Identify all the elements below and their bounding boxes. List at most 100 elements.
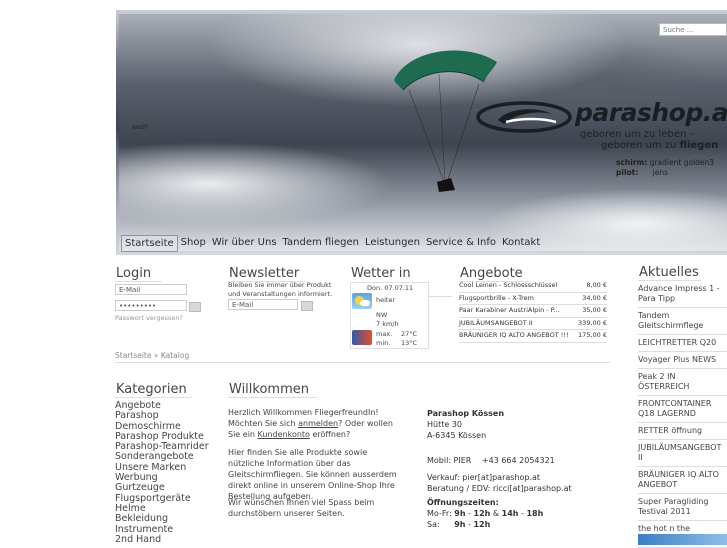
wind-direction: NW	[376, 311, 388, 319]
nav-item-startseite[interactable]: Startseite	[121, 235, 178, 252]
logo-text: parashop.at	[575, 98, 727, 127]
categories-title: Kategorien	[115, 382, 192, 398]
hours-label: Mo-Fr:	[427, 509, 452, 518]
newsletter-title: Newsletter	[228, 266, 305, 282]
offer-row[interactable]: JUBILÄUMSANGEBOT II 339,00 €	[459, 318, 607, 330]
nav-item-tandem-fliegen[interactable]: Tandem fliegen	[280, 235, 362, 252]
login-email-field[interactable]: E-Mail	[115, 284, 187, 295]
offer-price: 175,00 €	[578, 331, 607, 339]
hours-value: 9h	[454, 520, 466, 529]
thermometer-icon	[352, 330, 372, 345]
divider	[115, 362, 610, 363]
welcome-text: eröffnen?	[312, 430, 351, 439]
breadcrumb-current: Katalog	[160, 351, 190, 360]
slogan-line-1: geboren um zu leben -	[580, 129, 694, 140]
nav-item-wir-ueber-uns[interactable]: Wir über Uns	[209, 235, 280, 252]
credit-schirm-label: schirm:	[616, 158, 648, 167]
news-item[interactable]: BRÄUNIGER IQ ALTO ANGEBOT	[638, 467, 727, 494]
temp-min-value: 13°C	[401, 339, 418, 347]
offer-name[interactable]: Flugsportbrille - X-Trem	[459, 293, 534, 305]
shop-city: A-6345 Kössen	[427, 431, 487, 440]
wind-speed: 7 km/h	[376, 320, 399, 328]
account-link[interactable]: Kundenkonto	[258, 430, 310, 439]
temp-max-label: max.	[376, 330, 393, 338]
angebote-list: Cool Leinen - Schlossschlüssel 8,00 € Flu…	[459, 280, 607, 343]
offer-row[interactable]: Flugsportbrille - X-Trem 34,00 €	[459, 293, 607, 305]
offer-row[interactable]: Cool Leinen - Schlossschlüssel 8,00 €	[459, 280, 607, 293]
login-password-field[interactable]: •••••••••	[115, 300, 187, 311]
hours-value: 12h	[473, 509, 491, 518]
category-list: Angebote Parashop Demoschirme Parashop P…	[115, 400, 225, 545]
offer-name[interactable]: Cool Leinen - Schlossschlüssel	[459, 280, 557, 292]
offer-price: 8,00 €	[586, 281, 607, 289]
main-nav: Startseite Shop Wir über Uns Tandem flie…	[121, 235, 543, 252]
news-image-thumbnail	[638, 534, 727, 545]
shop-street: Hütte 30	[427, 420, 463, 429]
mobil-value[interactable]: +43 664 2054321	[474, 456, 555, 465]
breadcrumb: Startseite » Katalog	[115, 351, 189, 360]
news-item[interactable]: Super Paragliding Testival 2011	[638, 494, 727, 521]
nav-item-leistungen[interactable]: Leistungen	[362, 235, 423, 252]
mobil-label: Mobil: PIER	[427, 456, 472, 465]
offer-row[interactable]: BRÄUNIGER IQ ALTO ANGEBOT !!! 175,00 €	[459, 330, 607, 343]
newsletter-submit-button[interactable]	[301, 301, 313, 311]
news-item[interactable]: JUBILÄUMSANGEBOT II	[638, 440, 727, 467]
credit-pilot-value: jens	[652, 168, 668, 177]
aktuelles-title: Aktuelles	[638, 265, 701, 281]
hours-mofr: Mo-Fr: 9h - 12h & 14h - 18h	[427, 509, 544, 518]
breadcrumb-separator: »	[153, 351, 159, 360]
temp-max-value: 27°C	[401, 330, 418, 338]
category-item[interactable]: Parashop Demoschirme	[115, 411, 225, 432]
newsletter-text: Bleiben Sie immer über Produkt und Veran…	[228, 281, 333, 298]
weather-condition: heiter	[376, 296, 396, 304]
nav-item-shop[interactable]: Shop	[178, 235, 209, 252]
slogan-prefix: geboren um zu	[601, 140, 677, 151]
slogan-bold: fliegen	[679, 140, 719, 151]
login-title: Login	[115, 266, 162, 282]
news-item[interactable]: FRONTCONTAINER Q18 LAGERND	[638, 396, 727, 423]
news-item[interactable]: Voyager Plus NEWS	[638, 352, 727, 369]
news-item[interactable]: Tandem Gleitschirmflege	[638, 308, 727, 335]
search-input[interactable]: Suche ...	[659, 23, 727, 36]
news-item[interactable]: Peak 2 IN ÖSTERREICH	[638, 369, 727, 396]
category-item[interactable]: 2nd Hand	[115, 534, 225, 545]
newsletter-email-field[interactable]: E-Mail	[228, 299, 298, 310]
breadcrumb-home[interactable]: Startseite	[115, 351, 151, 360]
shop-name: Parashop Kössen	[427, 409, 505, 418]
welcome-paragraph-1: Herzlich Willkommen FliegerfreundIn! Möc…	[228, 407, 398, 440]
beratung-email[interactable]: Beratung / EDV: ricci[at]parashop.at	[427, 483, 627, 494]
photo-credit: schirm: gradient golden3 pilot: jens	[616, 158, 714, 178]
sun-cloud-icon	[352, 293, 372, 309]
hours-label: Sa:	[427, 520, 440, 529]
hours-sa: Sa: 9h - 12h	[427, 520, 491, 529]
offer-name[interactable]: JUBILÄUMSANGEBOT II	[459, 318, 533, 330]
offer-price: 34,00 €	[582, 293, 607, 302]
offer-name[interactable]: BRÄUNIGER IQ ALTO ANGEBOT !!!	[459, 330, 569, 342]
offer-name[interactable]: Paar Karabiner AustriAlpin - P...	[459, 305, 560, 317]
aktuelles-list: Advance Impress 1 - Para Tipp Tandem Gle…	[638, 281, 727, 548]
hours-value: 18h	[526, 509, 544, 518]
offer-price: 35,00 €	[582, 306, 607, 314]
news-item[interactable]: LEICHTRETTER Q20	[638, 335, 727, 352]
hours-value: 9h	[454, 509, 466, 518]
login-submit-button[interactable]	[189, 302, 201, 312]
welcome-title: Willkommen	[228, 382, 317, 398]
news-item[interactable]: Advance Impress 1 - Para Tipp	[638, 281, 727, 308]
credit-pilot-label: pilot:	[616, 168, 639, 177]
photographer-signature: andif	[132, 124, 148, 131]
verkauf-email[interactable]: Verkauf: pier[at]parashop.at	[427, 472, 627, 483]
nav-item-service-info[interactable]: Service & Info	[423, 235, 499, 252]
news-item[interactable]: RETTER öffnung	[638, 423, 727, 440]
nav-item-kontakt[interactable]: Kontakt	[499, 235, 543, 252]
parashop-logo-icon	[476, 101, 572, 133]
welcome-paragraph-2: Hier finden Sie alle Produkte sowie nütz…	[228, 448, 397, 501]
weather-date: Don. 07.07.11	[367, 284, 414, 292]
offer-row[interactable]: Paar Karabiner AustriAlpin - P... 35,00 €	[459, 305, 607, 318]
hours-title: Öffnungszeiten:	[427, 498, 499, 507]
credit-schirm-value: gradient golden3	[649, 158, 715, 167]
login-link[interactable]: anmelden	[298, 419, 338, 428]
forgot-password-link[interactable]: Passwort vergessen?	[115, 314, 183, 323]
hours-value: 14h	[501, 509, 519, 518]
contact-block: Parashop Kössen Hütte 30 A-6345 Kössen M…	[427, 408, 627, 530]
hours-value: 12h	[473, 520, 491, 529]
